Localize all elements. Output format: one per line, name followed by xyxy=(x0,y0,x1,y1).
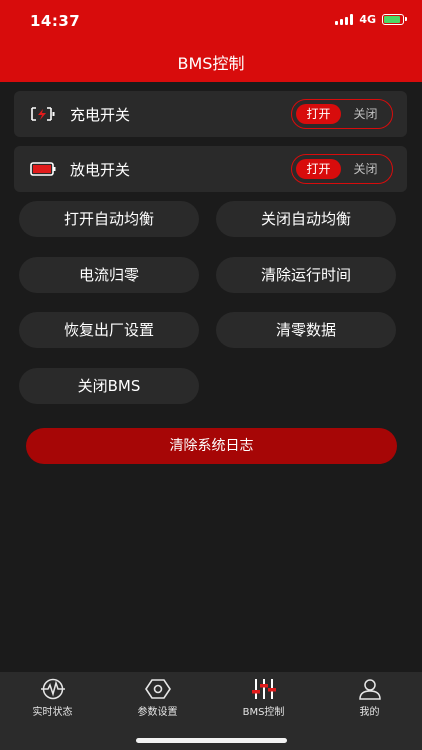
network-type: 4G xyxy=(359,13,376,26)
tab-label: 我的 xyxy=(359,707,380,718)
tab-label: BMS控制 xyxy=(242,707,285,718)
charging-battery-icon xyxy=(31,107,55,121)
clear-system-log-button[interactable]: 清除系统日志 xyxy=(26,428,397,464)
battery-icon xyxy=(382,14,407,25)
clear-runtime-button[interactable]: 清除运行时间 xyxy=(216,257,396,293)
status-indicators: 4G xyxy=(335,13,407,26)
discharge-switch-card: 放电开关 打开 关闭 xyxy=(14,146,407,192)
hex-nut-icon xyxy=(144,679,171,699)
sliders-icon xyxy=(251,679,276,699)
home-indicator[interactable] xyxy=(136,738,287,743)
tab-parameter-settings[interactable]: 参数设置 xyxy=(105,678,210,722)
heartbeat-icon xyxy=(40,678,65,700)
discharge-on-option[interactable]: 打开 xyxy=(296,159,341,179)
tab-label: 参数设置 xyxy=(137,707,178,718)
charge-switch-card: 充电开关 打开 关闭 xyxy=(14,91,407,137)
current-zero-button[interactable]: 电流归零 xyxy=(19,257,199,293)
discharge-off-option[interactable]: 关闭 xyxy=(343,159,388,179)
page-title: BMS控制 xyxy=(177,54,245,73)
person-icon xyxy=(358,679,381,700)
charge-on-option[interactable]: 打开 xyxy=(296,104,341,124)
charge-switch-label: 充电开关 xyxy=(70,106,131,124)
clear-data-button[interactable]: 清零数据 xyxy=(216,312,396,348)
enable-auto-balance-button[interactable]: 打开自动均衡 xyxy=(19,201,199,237)
discharge-switch-label: 放电开关 xyxy=(70,161,131,179)
discharge-switch-toggle[interactable]: 打开 关闭 xyxy=(291,154,393,184)
header-bar: 14:37 4G BMS控制 xyxy=(0,0,422,82)
status-time: 14:37 xyxy=(30,12,81,30)
tab-label: 实时状态 xyxy=(32,707,73,718)
charge-off-option[interactable]: 关闭 xyxy=(343,104,388,124)
tab-bms-control[interactable]: BMS控制 xyxy=(211,678,316,722)
signal-icon xyxy=(335,14,354,25)
charge-switch-toggle[interactable]: 打开 关闭 xyxy=(291,99,393,129)
battery-full-icon xyxy=(30,162,56,176)
factory-reset-button[interactable]: 恢复出厂设置 xyxy=(19,312,199,348)
close-bms-button[interactable]: 关闭BMS xyxy=(19,368,199,404)
disable-auto-balance-button[interactable]: 关闭自动均衡 xyxy=(216,201,396,237)
tab-profile[interactable]: 我的 xyxy=(317,678,422,722)
screen: 14:37 4G BMS控制 充电开关 打开 关闭 放电开关 打开 关闭 打开自… xyxy=(0,0,422,750)
tab-realtime-status[interactable]: 实时状态 xyxy=(0,678,105,722)
